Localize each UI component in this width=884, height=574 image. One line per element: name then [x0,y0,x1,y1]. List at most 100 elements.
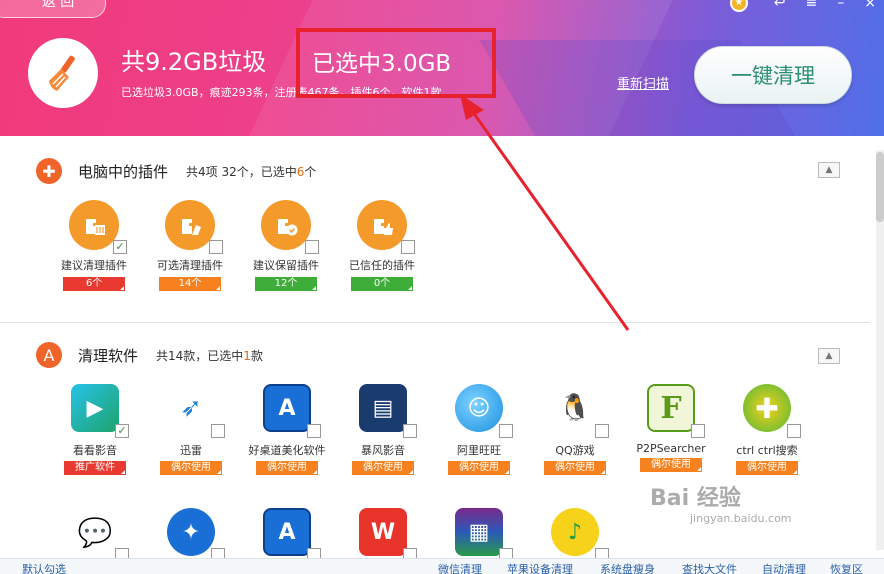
software-checkbox[interactable] [211,424,225,438]
window-controls: ★ ↩ ≡ – × [729,0,876,12]
header-banner: ⮌ 返 回 ★ ↩ ≡ – × 共9.2GB垃圾 已选中3.0GB 已选垃圾3.… [0,0,884,136]
plugin-tile[interactable]: 可选清理插件 14个 [146,200,234,291]
one-click-clean-button[interactable]: 一键清理 [694,46,852,104]
close-icon[interactable]: × [864,0,876,11]
annotation-highlight-box [296,28,496,98]
scrollbar[interactable] [876,150,884,550]
back-label: 返 回 [41,0,75,10]
software-label: P2PSearcher [636,442,706,455]
software-label: 好桌道美化软件 [248,444,326,457]
software-checkbox[interactable] [691,424,705,438]
software-checkbox[interactable] [787,424,801,438]
kankan-icon: ▶ [71,384,119,432]
software-usage-badge[interactable]: 偶尔使用 [736,461,798,475]
software-tile[interactable]: ♪ [530,508,620,562]
software-tile[interactable]: ✚ ctrl ctrl搜索 偶尔使用 [722,384,812,475]
software-tile[interactable]: 🐧 QQ游戏 偶尔使用 [530,384,620,475]
plugin-count-badge[interactable]: 14个 [159,277,221,291]
software-usage-badge[interactable]: 偶尔使用 [352,461,414,475]
software-tile[interactable]: 💬 [50,508,140,562]
footer-link-restore[interactable]: 恢复区 [830,561,863,574]
baidu-watermark: Bai 经验 jingyan.baidu.com [650,486,792,525]
broom-icon [28,38,98,108]
back-arrow-icon: ⮌ [19,0,32,11]
plugin-checkbox[interactable] [305,240,319,254]
wechat-icon: 💬 [71,508,119,556]
software-tile[interactable]: ➶ 迅雷 偶尔使用 [146,384,236,475]
software-label: QQ游戏 [555,444,595,457]
software-tile[interactable]: W [338,508,428,562]
software-checkbox[interactable] [499,424,513,438]
film-strip-icon: ▤ [359,384,407,432]
p2psearcher-icon: F [647,384,695,432]
footer-link-wechat[interactable]: 微信清理 [438,561,482,574]
software-label: 看看影音 [73,444,117,457]
software-tile[interactable]: A [242,508,332,562]
skin-icon[interactable]: ↩ [774,0,786,11]
software-label: 阿里旺旺 [457,444,501,457]
dog-icon: ✦ [167,508,215,556]
plugin-label: 建议保留插件 [253,259,319,272]
software-label: 暴风影音 [361,444,405,457]
qq-music-icon: ♪ [551,508,599,556]
software-checkbox[interactable]: ✓ [115,424,129,438]
plugin-tile[interactable]: 建议保留插件 12个 [242,200,330,291]
software-tile[interactable]: ☺ 阿里旺旺 偶尔使用 [434,384,524,475]
footer-link-auto-clean[interactable]: 自动清理 [762,561,806,574]
plugin-checkbox[interactable] [401,240,415,254]
plugin-checkbox[interactable] [209,240,223,254]
software-checkbox[interactable] [307,424,321,438]
software-checkbox[interactable] [403,424,417,438]
rescan-link[interactable]: 重新扫描 [617,73,669,92]
software-usage-badge[interactable]: 偶尔使用 [160,461,222,475]
software-usage-badge[interactable]: 推广软件 [64,461,126,475]
app-store-icon: A [36,342,62,368]
plugin-trash-icon [69,200,119,250]
software-tile[interactable]: A 好桌道美化软件 偶尔使用 [242,384,332,475]
qq-penguin-icon: 🐧 [551,384,599,432]
default-check-link[interactable]: 默认勾选 [22,561,66,574]
menu-icon[interactable]: ≡ [806,0,818,11]
footer-bar: 默认勾选 微信清理 苹果设备清理 系统盘瘦身 查找大文件 自动清理 恢复区 [0,558,884,574]
plugin-tile[interactable]: ✓ 建议清理插件 6个 [50,200,138,291]
footer-link-big-files[interactable]: 查找大文件 [682,561,737,574]
software-usage-badge[interactable]: 偶尔使用 [544,461,606,475]
plugin-checkbox[interactable]: ✓ [113,240,127,254]
collapse-plugins-button[interactable]: ▲ [818,162,840,178]
back-button[interactable]: ⮌ 返 回 [0,0,106,18]
collapse-software-button[interactable]: ▲ [818,348,840,364]
plugin-broom-icon [165,200,215,250]
software-tile[interactable]: ▤ 暴风影音 偶尔使用 [338,384,428,475]
medal-icon[interactable]: ★ [729,0,748,12]
cleanup-window: ⮌ 返 回 ★ ↩ ≡ – × 共9.2GB垃圾 已选中3.0GB 已选垃圾3.… [0,0,884,574]
plugin-tile[interactable]: 已信任的插件 0个 [338,200,426,291]
plugin-count-badge[interactable]: 6个 [63,277,125,291]
scrollbar-thumb[interactable] [876,152,884,222]
plugin-shield-icon [261,200,311,250]
software-tile[interactable]: ▶ ✓ 看看影音 推广软件 [50,384,140,475]
software-usage-badge[interactable]: 偶尔使用 [448,461,510,475]
software-tile[interactable]: ✦ [146,508,236,562]
software-usage-badge[interactable]: 偶尔使用 [256,461,318,475]
plugin-label: 建议清理插件 [61,259,127,272]
total-junk-title: 共9.2GB垃圾 [121,48,267,76]
plugins-desc: 共4项 32个，已选中6个 [186,164,317,179]
plugin-count-badge[interactable]: 0个 [351,277,413,291]
software-usage-badge[interactable]: 偶尔使用 [640,458,702,472]
plugin-label: 可选清理插件 [157,259,223,272]
software-checkbox[interactable] [595,424,609,438]
software-title: 清理软件 [78,346,139,365]
puzzle-icon: ✚ [36,158,62,184]
software-tile[interactable]: F P2PSearcher 偶尔使用 [626,384,716,472]
app-store-a-icon: A [263,384,311,432]
software-desc: 共14款，已选中1款 [156,348,263,363]
footer-link-apple[interactable]: 苹果设备清理 [507,561,573,574]
plugin-thumbs-up-icon [357,200,407,250]
software-tile[interactable]: ▦ [434,508,524,562]
ctrl-search-plus-icon: ✚ [743,384,791,432]
footer-link-system-disk[interactable]: 系统盘瘦身 [600,561,655,574]
plugin-count-badge[interactable]: 12个 [255,277,317,291]
minimize-icon[interactable]: – [837,0,844,11]
section-divider [0,322,870,323]
plugins-section-header: ✚ 电脑中的插件 共4项 32个，已选中6个 [36,158,316,184]
